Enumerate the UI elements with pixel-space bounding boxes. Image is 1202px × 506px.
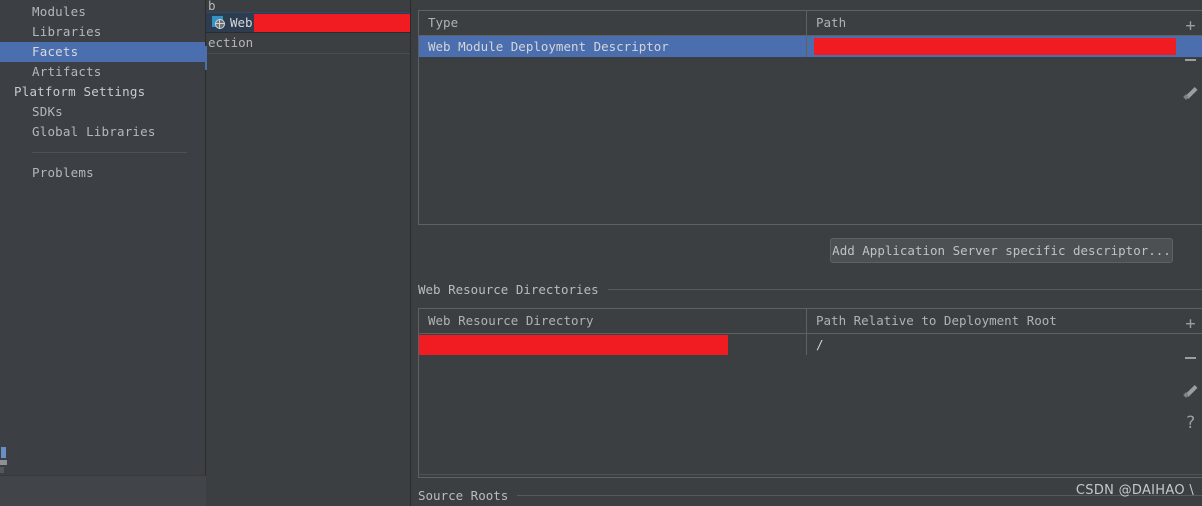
web-resource-directories-table[interactable]: Web Resource Directory Path Relative to …	[418, 308, 1202, 478]
sidebar-item-artifacts[interactable]: Artifacts	[0, 62, 205, 82]
edit-pencil-icon[interactable]	[1179, 76, 1202, 109]
sidebar-item-label: Modules	[32, 4, 87, 19]
sidebar-divider	[32, 152, 187, 153]
redaction-overlay-web-resource-directory	[419, 335, 728, 355]
facet-list-pane: b Web ection	[205, 0, 411, 506]
cell-path-relative-to-deployment-root: /	[806, 334, 1202, 355]
sidebar-item-global-libraries[interactable]: Global Libraries	[0, 122, 205, 142]
column-header-path[interactable]: Path	[806, 11, 1202, 35]
facet-item-label: Web	[230, 15, 253, 30]
sidebar-bottom-bar	[0, 475, 206, 506]
column-header-path-relative-to-deployment-root[interactable]: Path Relative to Deployment Root	[806, 309, 1202, 333]
web-globe-icon	[212, 15, 226, 30]
facet-pane-clipped-header: b	[208, 0, 216, 12]
sidebar-group-platform-settings: Platform Settings	[0, 82, 205, 102]
sidebar-item-label: Problems	[32, 165, 94, 180]
redaction-overlay-facet-name	[254, 14, 410, 32]
section-title: Web Resource Directories	[418, 281, 599, 297]
sidebar-item-label: Facets	[32, 44, 79, 59]
table-row[interactable]: Web Module Deployment Descriptor \WEB-IN…	[419, 36, 1202, 57]
sidebar-item-facets[interactable]: Facets	[0, 42, 205, 62]
sidebar-item-libraries[interactable]: Libraries	[0, 22, 205, 42]
cell-descriptor-type: Web Module Deployment Descriptor	[428, 39, 669, 54]
column-header-web-resource-directory[interactable]: Web Resource Directory	[419, 309, 806, 333]
watermark-text: CSDN @DAIHAO \	[1075, 483, 1194, 498]
redaction-overlay-descriptor-path	[814, 38, 1176, 55]
deployment-descriptors-table[interactable]: Type Path Web Module Deployment Descript…	[418, 10, 1202, 225]
facet-pane-selection-edge	[205, 46, 207, 70]
detail-bottom-divider	[418, 474, 1202, 475]
sidebar-partial-element	[0, 447, 7, 473]
facet-detail-panel: Type Path Web Module Deployment Descript…	[411, 0, 1202, 506]
sidebar-item-label: Artifacts	[32, 64, 102, 79]
remove-icon[interactable]	[1179, 341, 1202, 374]
section-title: Source Roots	[418, 487, 509, 503]
cell-web-resource-directory	[419, 334, 806, 355]
section-header-web-resource-directories: Web Resource Directories	[418, 281, 1202, 297]
sidebar-item-sdks[interactable]: SDKs	[0, 102, 205, 122]
add-app-server-descriptor-button[interactable]: Add Application Server specific descript…	[830, 238, 1173, 263]
sidebar-item-modules[interactable]: Modules	[0, 2, 205, 22]
sidebar-item-label: Global Libraries	[32, 124, 156, 139]
sidebar-item-label: Libraries	[32, 24, 102, 39]
help-icon[interactable]: ?	[1179, 407, 1202, 440]
sidebar-item-label: SDKs	[32, 104, 63, 119]
table-row[interactable]: /	[419, 334, 1202, 355]
table-header-row: Type Path	[419, 11, 1202, 36]
sidebar-item-problems[interactable]: Problems	[0, 163, 205, 183]
section-divider-line	[607, 288, 1202, 290]
table-header-row: Web Resource Directory Path Relative to …	[419, 309, 1202, 334]
edit-pencil-icon[interactable]	[1179, 374, 1202, 407]
remove-icon[interactable]	[1179, 43, 1202, 76]
descriptors-toolbar: +	[1179, 10, 1202, 109]
add-icon[interactable]: +	[1179, 308, 1202, 341]
facet-pane-clipped-subheader: ection	[206, 33, 410, 54]
sidebar: Modules Libraries Facets Artifacts Platf…	[0, 0, 206, 506]
add-icon[interactable]: +	[1179, 10, 1202, 43]
web-resource-directories-toolbar: + ?	[1179, 308, 1202, 440]
project-structure-dialog: Modules Libraries Facets Artifacts Platf…	[0, 0, 1202, 506]
column-header-type[interactable]: Type	[419, 11, 806, 35]
cell-descriptor-path: \WEB-INF\web.xml	[806, 36, 1202, 57]
facet-item-web[interactable]: Web	[206, 12, 410, 33]
sidebar-group-label: Platform Settings	[14, 84, 146, 99]
